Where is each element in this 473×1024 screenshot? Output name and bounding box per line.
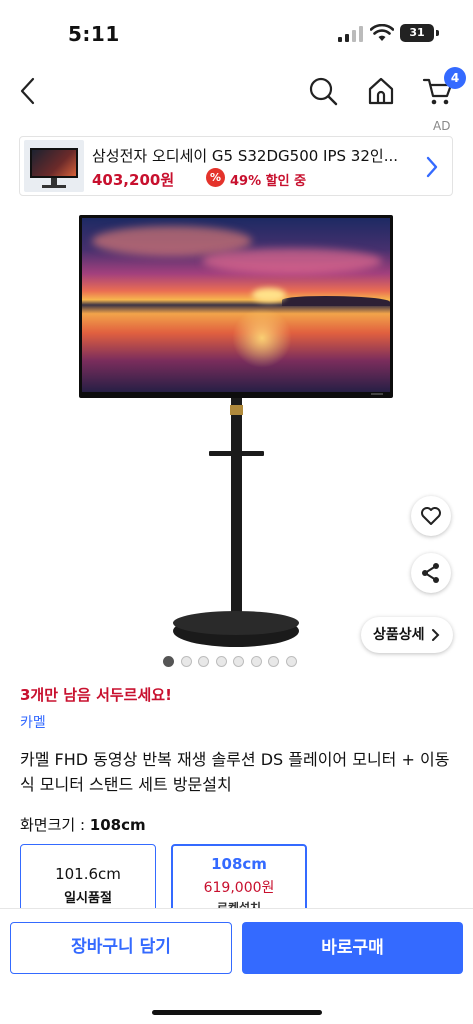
heart-icon <box>421 507 441 525</box>
pagination-dot[interactable] <box>180 656 192 667</box>
stand-base-top <box>173 611 299 635</box>
stock-warning: 3개만 남음 서두르세요! <box>20 686 172 704</box>
option-label-text: 화면크기 : <box>20 816 90 834</box>
option-size: 101.6cm <box>55 865 121 883</box>
product-detail-label: 상품상세 <box>373 627 425 643</box>
pagination-dot[interactable] <box>233 656 244 667</box>
wifi-icon <box>370 24 394 41</box>
stand-accent <box>230 405 243 415</box>
pagination-dot[interactable] <box>215 656 227 667</box>
status-bar: 5:11 31 <box>0 0 473 62</box>
chevron-right-icon <box>432 629 440 641</box>
search-icon[interactable] <box>308 76 338 106</box>
share-button[interactable] <box>411 553 451 593</box>
stand-pole <box>231 398 242 620</box>
pagination-dot[interactable] <box>198 656 209 667</box>
share-icon <box>422 563 439 583</box>
monitor-screen <box>82 218 390 392</box>
pagination-dot[interactable] <box>250 656 262 667</box>
buy-now-button[interactable]: 바로구매 <box>242 922 463 974</box>
wishlist-button[interactable] <box>411 496 451 536</box>
option-108cm[interactable]: 108cm 619,000원 로켓설치 <box>171 844 307 915</box>
status-time: 5:11 <box>68 22 120 46</box>
cellular-signal-icon <box>338 26 363 42</box>
add-to-cart-button[interactable]: 장바구니 담기 <box>10 922 232 974</box>
cart-count-badge: 4 <box>444 67 466 89</box>
ad-product-title: 삼성전자 오디세이 G5 S32DG500 IPS 32인... <box>92 147 399 165</box>
stand-shelf <box>209 451 264 456</box>
home-icon[interactable] <box>366 76 396 106</box>
ad-discount: 49% 할인 중 <box>230 174 307 189</box>
home-indicator <box>152 1010 322 1015</box>
option-size: 108cm <box>211 855 267 873</box>
option-label: 화면크기 : 108cm <box>20 814 146 835</box>
pagination-dot[interactable] <box>268 656 279 667</box>
monitor-frame <box>79 215 393 398</box>
pagination-dot[interactable] <box>285 656 297 667</box>
pagination-dot[interactable] <box>163 656 174 667</box>
product-title: 카멜 FHD 동영상 반복 재생 솔루션 DS 플레이어 모니터 + 이동식 모… <box>20 750 450 794</box>
back-arrow-icon[interactable] <box>18 77 38 105</box>
ad-banner[interactable]: 삼성전자 오디세이 G5 S32DG500 IPS 32인... 403,200… <box>19 136 453 196</box>
brand-link[interactable]: 카멜 <box>20 712 46 732</box>
bottom-action-bar: 장바구니 담기 바로구매 <box>0 908 473 1024</box>
battery-icon: 31 <box>400 24 434 42</box>
ad-product-thumbnail <box>24 140 84 192</box>
battery-tip <box>436 30 439 36</box>
ad-price: 403,200원 <box>92 171 175 189</box>
top-nav <box>0 62 473 118</box>
product-image[interactable] <box>0 205 473 665</box>
chevron-right-icon <box>426 156 438 178</box>
option-101cm[interactable]: 101.6cm 일시품절 <box>20 844 156 914</box>
discount-icon: % <box>206 168 225 187</box>
option-status: 일시품절 <box>64 891 112 906</box>
product-detail-button[interactable]: 상품상세 <box>361 617 453 653</box>
ad-label: AD <box>433 119 451 133</box>
option-selected-value: 108cm <box>89 816 146 834</box>
option-price: 619,000원 <box>203 880 275 896</box>
